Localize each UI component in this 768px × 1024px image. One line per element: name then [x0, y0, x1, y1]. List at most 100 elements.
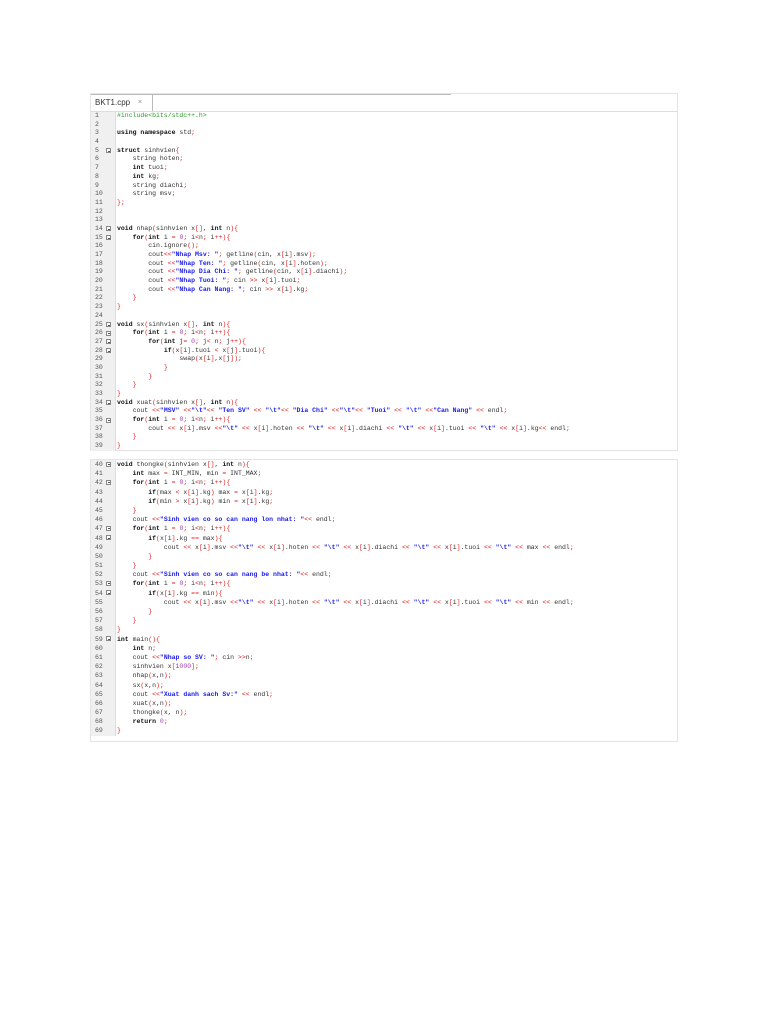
line-number: 44	[95, 497, 103, 505]
line-number: 29	[95, 355, 103, 363]
line-gutter: 51	[91, 561, 115, 571]
code-text: int kg;	[132, 172, 160, 180]
line-number: 62	[95, 663, 103, 671]
editor-tab-bar: BKT1.cpp ×	[91, 94, 677, 112]
line-gutter: 54	[91, 588, 115, 598]
code-text: int max = INT_MIN, min = INT_MAX;	[132, 470, 262, 478]
code-text: for(int i = 0; i<n; i++){	[132, 233, 231, 241]
code-line: 28 if(x[i].tuoi < x[j].tuoi){	[91, 346, 677, 356]
line-gutter: 32	[91, 381, 115, 390]
code-screenshot-part-1: BKT1.cpp × 1 #include<bits/stdc++.h> 2 3 usi…	[90, 93, 678, 451]
line-number: 15	[95, 233, 103, 241]
code-line: 19 cout <<"Nhap Dia Chi: "; getline(cin,…	[91, 268, 677, 278]
code-text: for(int i = 0; i<n; i++){	[132, 525, 231, 533]
line-gutter: 1	[91, 112, 115, 121]
code-text: cout << x[i].msv <<"\t" << x[i].hoten <<…	[117, 598, 574, 606]
code-line: 56 }	[91, 607, 677, 617]
line-number: 27	[95, 337, 103, 345]
line-gutter: 6	[91, 155, 115, 165]
code-line: 25 void sx(sinhvien x[], int n){	[91, 320, 677, 330]
line-number: 4	[95, 138, 99, 146]
line-gutter: 17	[91, 251, 115, 260]
line-number: 17	[95, 251, 103, 258]
fold-toggle-icon[interactable]	[106, 148, 111, 154]
line-gutter: 53	[91, 579, 115, 589]
code-text: string msv;	[117, 190, 176, 198]
fold-toggle-icon[interactable]	[106, 580, 111, 586]
close-tab-icon[interactable]: ×	[138, 95, 142, 110]
fold-toggle-icon[interactable]	[106, 235, 111, 241]
line-number: 31	[95, 372, 103, 380]
code-editor[interactable]: 40 void thongke(sinhvien x[], int n){41 i…	[91, 460, 677, 736]
code-text: }	[148, 372, 153, 380]
line-number: 19	[95, 268, 103, 276]
fold-toggle-icon[interactable]	[106, 322, 111, 327]
code-line: 49 cout << x[i].msv <<"\t" << x[i].hoten…	[91, 542, 677, 552]
fold-toggle-icon[interactable]	[106, 461, 111, 467]
line-gutter: 66	[91, 698, 115, 709]
line-gutter: 33	[91, 390, 115, 399]
code-text: thongke(x, n);	[117, 709, 188, 717]
line-gutter: 58	[91, 625, 115, 635]
code-line: 14 void nhap(sinhvien x[], int n){	[91, 224, 677, 234]
code-line: 6 string hoten;	[91, 155, 677, 165]
line-gutter: 59	[91, 634, 115, 644]
line-number: 34	[95, 398, 103, 406]
code-line: 10 string msv;	[91, 190, 677, 199]
fold-toggle-icon[interactable]	[106, 348, 111, 354]
fold-toggle-icon[interactable]	[106, 479, 111, 485]
code-line: 23}	[91, 303, 677, 312]
code-text: }	[117, 303, 121, 311]
fold-toggle-icon[interactable]	[106, 590, 111, 596]
code-line: 62 sinhvien x[1000];	[91, 662, 677, 672]
file-tab[interactable]: BKT1.cpp ×	[91, 95, 153, 111]
line-number: 36	[95, 416, 103, 424]
line-number: 64	[95, 681, 103, 689]
code-line: 50 }	[91, 551, 677, 562]
line-gutter: 37	[91, 424, 115, 434]
line-number: 49	[95, 543, 103, 551]
fold-toggle-icon[interactable]	[106, 417, 111, 423]
code-text: int n;	[132, 644, 157, 652]
line-number: 28	[95, 346, 103, 354]
code-text: if(min > x[i].kg) min = x[i].kg;	[148, 497, 274, 505]
line-gutter: 47	[91, 524, 115, 534]
line-gutter: 68	[91, 717, 115, 727]
code-line: 33}	[91, 390, 677, 399]
code-editor[interactable]: 1 #include<bits/stdc++.h> 2 3 using namespac…	[91, 112, 677, 451]
line-gutter: 65	[91, 689, 115, 699]
code-line: 21 cout <<"Nhap Can Nang: "; cin >> x[i]…	[91, 285, 677, 295]
line-gutter: 24	[91, 311, 115, 321]
code-text: string diachi;	[117, 181, 188, 189]
line-gutter: 8	[91, 172, 115, 182]
fold-toggle-icon[interactable]	[106, 636, 111, 642]
code-text: for(int i = 0; i<n; i++){	[132, 329, 231, 337]
code-line: 40 void thongke(sinhvien x[], int n){	[91, 460, 677, 470]
code-line: 17 cout<<"Nhap Msv: "; getline(cin, x[i]…	[91, 251, 677, 260]
fold-toggle-icon[interactable]	[106, 400, 111, 406]
line-gutter: 45	[91, 505, 115, 516]
file-tab-label: BKT1.cpp	[95, 98, 131, 107]
line-gutter: 64	[91, 680, 115, 690]
line-gutter: 61	[91, 652, 115, 663]
code-line: 66 xuat(x,n);	[91, 698, 677, 709]
line-number: 58	[95, 626, 103, 634]
fold-toggle-icon[interactable]	[106, 226, 111, 232]
code-line: 20 cout <<"Nhap Tuoi: "; cin >> x[i].tuo…	[91, 277, 677, 286]
code-line: 64 sx(x,n);	[91, 680, 677, 690]
line-gutter: 27	[91, 337, 115, 347]
line-gutter: 35	[91, 407, 115, 417]
fold-toggle-icon[interactable]	[106, 339, 111, 345]
line-gutter: 48	[91, 533, 115, 543]
fold-toggle-icon[interactable]	[106, 330, 111, 336]
line-number: 38	[95, 433, 103, 441]
code-line: 30 }	[91, 363, 677, 373]
line-number: 6	[95, 155, 99, 163]
code-text: cout <<"MSV" <<"\t"<< "Ten SV" << "\t"<<…	[117, 407, 508, 415]
fold-toggle-icon[interactable]	[106, 525, 111, 531]
line-gutter: 56	[91, 607, 115, 617]
fold-toggle-icon[interactable]	[106, 535, 111, 540]
